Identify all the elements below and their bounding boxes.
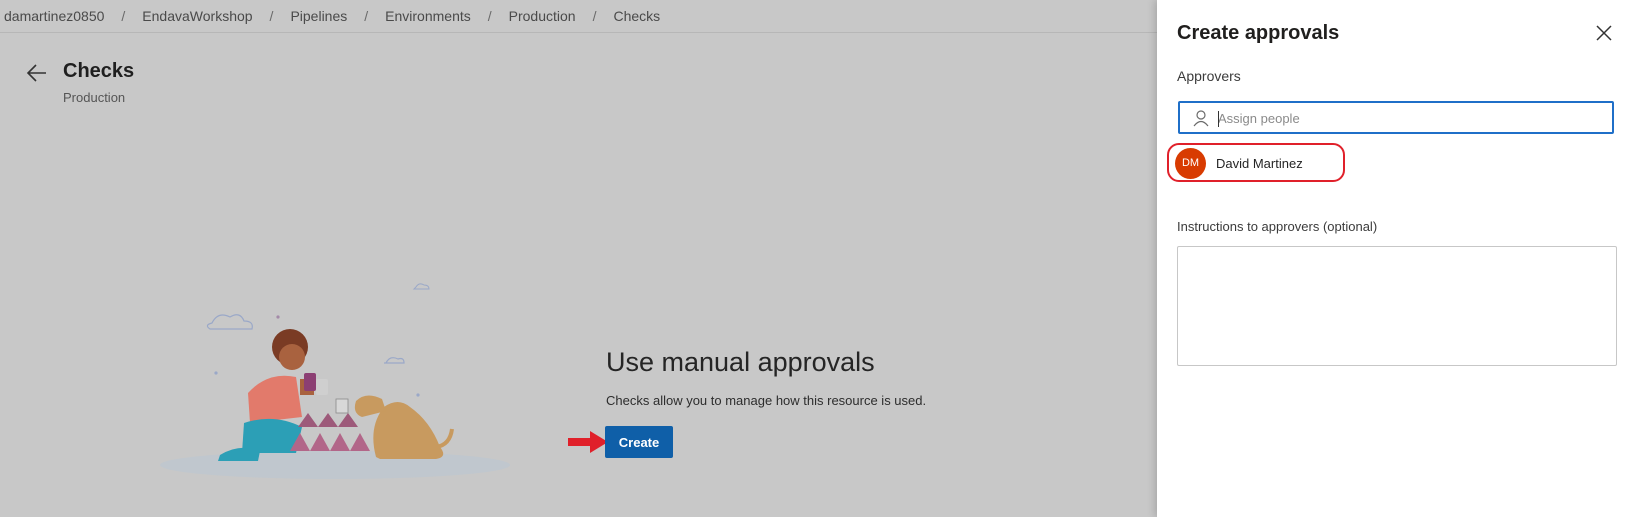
page-subtitle: Production — [63, 90, 126, 105]
assign-people-input[interactable] — [1218, 106, 1603, 130]
avatar: DM — [1175, 147, 1206, 179]
approver-name: David Martinez — [1216, 155, 1303, 171]
breadcrumb-separator: / — [364, 8, 369, 24]
person-icon — [1193, 110, 1209, 127]
close-icon[interactable] — [1593, 22, 1615, 44]
breadcrumb-environments[interactable]: Environments — [385, 8, 471, 24]
breadcrumb-organization[interactable]: damartinez0850 — [4, 8, 104, 24]
breadcrumb-separator: / — [121, 8, 126, 24]
empty-state-description: Checks allow you to manage how this reso… — [606, 393, 927, 408]
instructions-textarea[interactable] — [1177, 246, 1617, 366]
text-caret — [1218, 111, 1219, 127]
approver-chip[interactable]: DM David Martinez — [1175, 147, 1303, 179]
breadcrumb-pipelines[interactable]: Pipelines — [290, 8, 347, 24]
breadcrumb-separator: / — [592, 8, 597, 24]
card-house-illustration — [160, 283, 510, 479]
panel-title: Create approvals — [1177, 22, 1340, 44]
breadcrumb-separator: / — [269, 8, 274, 24]
breadcrumb-project[interactable]: EndavaWorkshop — [142, 8, 252, 24]
page-title: Checks — [63, 60, 135, 82]
red-arrow-annotation-icon — [568, 431, 608, 453]
breadcrumb-production[interactable]: Production — [509, 8, 576, 24]
create-button[interactable]: Create — [605, 426, 673, 458]
empty-state-title: Use manual approvals — [606, 347, 875, 377]
assign-people-field[interactable] — [1178, 101, 1614, 134]
back-arrow-icon[interactable] — [26, 62, 48, 84]
breadcrumb-separator: / — [487, 8, 492, 24]
approvers-label: Approvers — [1177, 68, 1241, 84]
breadcrumb-checks[interactable]: Checks — [613, 8, 660, 24]
instructions-label: Instructions to approvers (optional) — [1177, 219, 1378, 234]
create-approvals-panel: Create approvals Approvers DM David Mart… — [1157, 0, 1645, 517]
